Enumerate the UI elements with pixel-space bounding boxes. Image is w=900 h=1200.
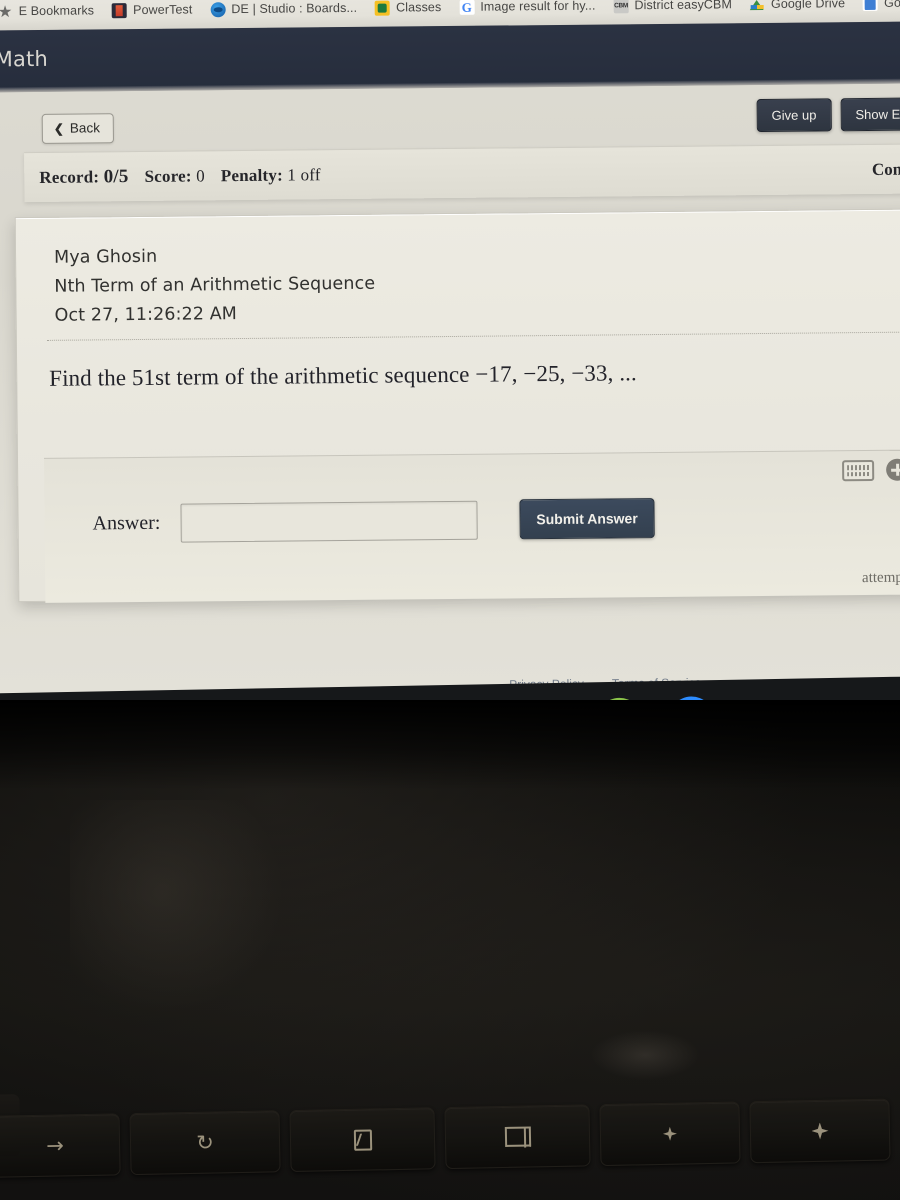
fullscreen-key[interactable] xyxy=(289,1107,436,1173)
google-docs-icon xyxy=(863,0,879,11)
back-button[interactable]: ❮ Back xyxy=(41,113,115,144)
classes-icon xyxy=(375,0,391,16)
screenshot-root: ★ E Bookmarks PowerTest DE | Studio : Bo… xyxy=(0,0,900,1200)
bookmark-item-google-drive[interactable]: Google Drive xyxy=(741,0,854,17)
body-highlight xyxy=(70,800,300,1030)
bookmark-label: DE | Studio : Boards... xyxy=(231,0,358,17)
bookmark-label: District easyCBM xyxy=(634,0,733,13)
penalty-metric: Penalty: 1 off xyxy=(221,165,321,186)
problem-meta: Mya Ghosin Nth Term of an Arithmetic Seq… xyxy=(54,241,376,331)
problem-timestamp: Oct 27, 11:26:22 AM xyxy=(54,304,238,326)
trackpad-highlight xyxy=(590,1030,700,1080)
submit-answer-button[interactable]: Submit Answer xyxy=(519,498,655,540)
powertest-icon xyxy=(112,2,128,18)
penalty-label: Penalty: xyxy=(220,165,283,185)
bookmark-item-easycbm[interactable]: CBM District easyCBM xyxy=(604,0,741,19)
top-action-buttons: Give up Show Ex xyxy=(756,97,900,133)
answer-input[interactable] xyxy=(180,500,478,543)
problem-card: Mya Ghosin Nth Term of an Arithmetic Seq… xyxy=(14,208,900,603)
brightness-up-icon xyxy=(811,1122,828,1139)
bookmark-item-image-result[interactable]: G Image result for hy... xyxy=(450,0,604,20)
overview-key[interactable] xyxy=(444,1104,591,1170)
hinge-shadow xyxy=(0,700,900,790)
score-metric: Score: 0 xyxy=(144,166,205,187)
app-title: taMath xyxy=(0,46,49,72)
chevron-left-icon: ❮ xyxy=(53,121,64,136)
fullscreen-icon xyxy=(353,1129,372,1151)
bookmark-label: PowerTest xyxy=(133,2,193,18)
keyboard-icon[interactable] xyxy=(842,459,875,481)
record-metric: Record: 0/5 xyxy=(39,166,128,189)
record-label: Record: xyxy=(39,166,100,187)
bookmark-item-powertest[interactable]: PowerTest xyxy=(103,0,202,23)
answer-tools xyxy=(842,458,900,482)
answer-zone: Answer: Submit Answer attempt 1 out xyxy=(43,449,900,603)
back-button-label: Back xyxy=(69,120,100,136)
answer-row: Answer: Submit Answer xyxy=(92,498,655,543)
answer-label: Answer: xyxy=(92,511,161,534)
reload-icon: ↻ xyxy=(195,1130,215,1155)
score-value: 0 xyxy=(196,165,205,185)
bookmark-label: Goo xyxy=(884,0,900,10)
score-label: Score: xyxy=(144,165,192,186)
show-example-button[interactable]: Show Ex xyxy=(840,97,900,132)
completed-status: Complet xyxy=(871,158,900,179)
bookmark-label: Image result for hy... xyxy=(480,0,596,14)
give-up-button[interactable]: Give up xyxy=(756,98,832,133)
page-body: ❮ Back Give up Show Ex Record: 0/5 Score xyxy=(0,83,900,693)
bookmarks-label-text: E Bookmarks xyxy=(18,3,95,19)
plus-circle-icon[interactable] xyxy=(886,458,900,481)
google-icon: G xyxy=(459,0,475,15)
overview-icon xyxy=(504,1126,531,1147)
question-text: Find the 51st term of the arithmetic seq… xyxy=(49,360,637,391)
status-metrics: Record: 0/5 Score: 0 Penalty: 1 off xyxy=(39,164,321,189)
easycbm-icon: CBM xyxy=(613,0,629,13)
bookmark-item-google-docs[interactable]: Goo xyxy=(854,0,900,16)
penalty-value: 1 off xyxy=(287,164,321,185)
discovery-education-icon xyxy=(210,1,226,17)
reload-key[interactable]: ↻ xyxy=(129,1110,281,1176)
forward-key[interactable]: → xyxy=(0,1113,121,1178)
bookmark-item-classes[interactable]: Classes xyxy=(366,0,450,21)
status-bar: Record: 0/5 Score: 0 Penalty: 1 off Comp… xyxy=(24,143,900,203)
assignment-title: Nth Term of an Arithmetic Sequence xyxy=(54,273,376,297)
bookmark-label: Classes xyxy=(396,0,442,15)
bookmarks-label: ★ E Bookmarks xyxy=(0,0,103,24)
record-value: 0/5 xyxy=(103,165,129,187)
student-name: Mya Ghosin xyxy=(53,246,158,268)
bookmark-star-icon: ★ xyxy=(0,3,12,19)
app-header: taMath xyxy=(0,21,900,93)
divider xyxy=(46,331,900,341)
brightness-down-key[interactable] xyxy=(599,1101,741,1167)
bookmark-item-de-studio[interactable]: DE | Studio : Boards... xyxy=(201,0,366,22)
attempt-note: attempt 1 out xyxy=(861,569,900,587)
bookmark-label: Google Drive xyxy=(770,0,846,11)
laptop-screen: ★ E Bookmarks PowerTest DE | Studio : Bo… xyxy=(0,0,900,700)
forward-arrow-icon: → xyxy=(46,1132,65,1158)
brightness-up-key[interactable] xyxy=(749,1098,891,1164)
google-drive-icon xyxy=(750,0,765,12)
brightness-down-icon xyxy=(663,1127,677,1141)
